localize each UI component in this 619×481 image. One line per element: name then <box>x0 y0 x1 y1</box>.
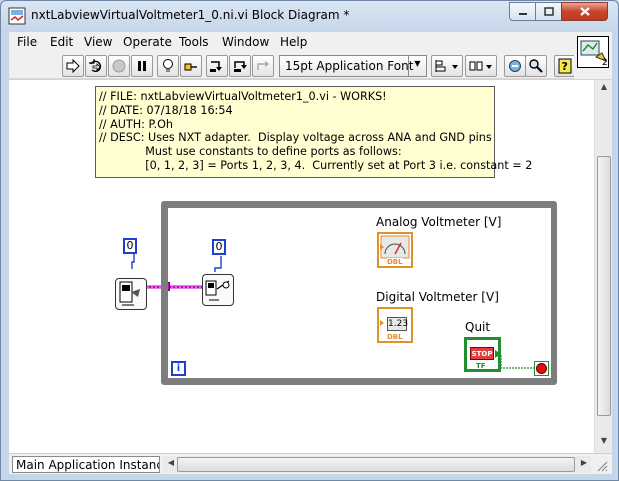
menu-window[interactable]: Window <box>222 35 269 49</box>
probe-icon <box>184 63 197 71</box>
connector-pane-badge: 2 <box>602 58 608 68</box>
digital-readout: 1.23 <box>387 317 409 331</box>
menu-file[interactable]: File <box>17 35 37 49</box>
window-title: nxtLabviewVirtualVoltmeter1_0.ni.vi Bloc… <box>31 8 350 22</box>
menu-help[interactable]: Help <box>280 35 307 49</box>
vi-icon-pane: 2 <box>574 32 612 79</box>
scroll-left-icon[interactable]: ◀ <box>164 458 178 472</box>
vertical-scrollbar[interactable]: ▲ ▼ <box>594 80 612 453</box>
analog-voltmeter-terminal[interactable]: DBL <box>377 232 413 268</box>
clean-up-icon <box>509 60 521 72</box>
step-over-button[interactable] <box>229 55 251 77</box>
context-help-button[interactable]: ? <box>554 55 576 77</box>
terminal-output-arrow-icon <box>495 350 501 358</box>
labview-window: nxtLabviewVirtualVoltmeter1_0.ni.vi Bloc… <box>0 0 619 481</box>
maximize-button[interactable] <box>535 2 562 21</box>
run-arrow-icon <box>66 59 80 73</box>
close-button[interactable] <box>561 2 608 21</box>
clean-up-diagram-button[interactable] <box>504 55 526 77</box>
application-instance-field[interactable]: Main Application Instance <box>12 456 160 473</box>
labview-app-icon <box>8 7 26 25</box>
retain-wire-values-button[interactable] <box>180 55 202 77</box>
menu-operate[interactable]: Operate <box>123 35 172 49</box>
distribute-objects-icon <box>469 61 492 71</box>
loop-condition-terminal[interactable] <box>534 361 549 376</box>
chevron-down-icon: ▼ <box>408 56 426 76</box>
dbl-tag: DBL <box>387 333 403 341</box>
horizontal-scrollbar[interactable]: ◀ ▶ <box>163 456 591 473</box>
port-constant-left[interactable]: 0 <box>123 238 137 254</box>
text-settings-dropdown[interactable]: 15pt Application Font ▼ <box>279 55 427 77</box>
step-into-button[interactable] <box>206 55 228 77</box>
stop-sign-icon <box>112 59 126 73</box>
search-button[interactable] <box>525 55 547 77</box>
stop-condition-icon <box>536 363 547 374</box>
step-out-button[interactable] <box>252 55 274 77</box>
lightbulb-icon <box>163 59 173 72</box>
pause-icon <box>138 61 146 71</box>
title-bar[interactable]: nxtLabviewVirtualVoltmeter1_0.ni.vi Bloc… <box>1 1 618 31</box>
step-over-icon <box>234 61 247 72</box>
stop-button-face: STOP <box>470 347 494 360</box>
block-diagram-canvas[interactable]: // FILE: nxtLabviewVirtualVoltmeter1_0.v… <box>9 80 594 453</box>
align-objects-button[interactable] <box>431 55 463 77</box>
scroll-up-icon[interactable]: ▲ <box>597 82 611 96</box>
voltage-sensor-icon <box>205 280 230 301</box>
step-into-icon <box>210 61 222 72</box>
nxt-brick-icon <box>119 281 140 306</box>
quit-label: Quit <box>465 320 491 334</box>
nxt-read-voltage-subvi[interactable] <box>202 274 234 306</box>
menu-tools[interactable]: Tools <box>179 35 209 49</box>
run-continuously-button[interactable] <box>85 55 107 77</box>
run-continuously-icon <box>89 59 102 73</box>
scroll-right-icon[interactable]: ▶ <box>577 458 591 472</box>
help-question-icon: ? <box>558 58 572 74</box>
horizontal-scroll-thumb[interactable] <box>177 457 575 472</box>
toolbar: 15pt Application Font ▼ ? <box>9 53 576 79</box>
quit-stop-terminal[interactable]: STOP TF <box>464 337 501 372</box>
highlight-execution-button[interactable] <box>157 55 179 77</box>
dbl-tag: DBL <box>387 258 403 266</box>
magnifier-icon <box>529 59 543 73</box>
analog-voltmeter-label: Analog Voltmeter [V] <box>376 215 502 229</box>
font-label: 15pt Application Font <box>285 59 414 73</box>
digital-voltmeter-label: Digital Voltmeter [V] <box>376 290 499 304</box>
align-objects-icon <box>435 60 458 72</box>
minimize-button[interactable] <box>509 2 536 21</box>
maximize-icon <box>543 7 554 16</box>
menu-view[interactable]: View <box>84 35 112 49</box>
digital-voltmeter-terminal[interactable]: 1.23 DBL <box>377 307 413 343</box>
iteration-terminal[interactable]: i <box>171 361 186 376</box>
run-button[interactable] <box>62 55 84 77</box>
distribute-objects-button[interactable] <box>465 55 497 77</box>
minimize-icon <box>518 12 527 15</box>
vertical-scroll-thumb[interactable] <box>597 156 611 416</box>
svg-text:?: ? <box>562 60 568 73</box>
status-bar: Main Application Instance ◀ ▶ <box>9 453 612 474</box>
pause-button[interactable] <box>131 55 153 77</box>
abort-button[interactable] <box>108 55 130 77</box>
resize-grip-icon[interactable] <box>595 459 609 473</box>
menu-edit[interactable]: Edit <box>50 35 73 49</box>
tf-tag: TF <box>476 362 486 370</box>
scroll-down-icon[interactable]: ▼ <box>597 436 611 450</box>
close-icon <box>579 7 590 16</box>
step-out-icon <box>257 61 269 70</box>
menu-bar: File Edit View Operate Tools Window Help <box>9 32 574 53</box>
nxt-open-subvi[interactable] <box>115 278 147 310</box>
